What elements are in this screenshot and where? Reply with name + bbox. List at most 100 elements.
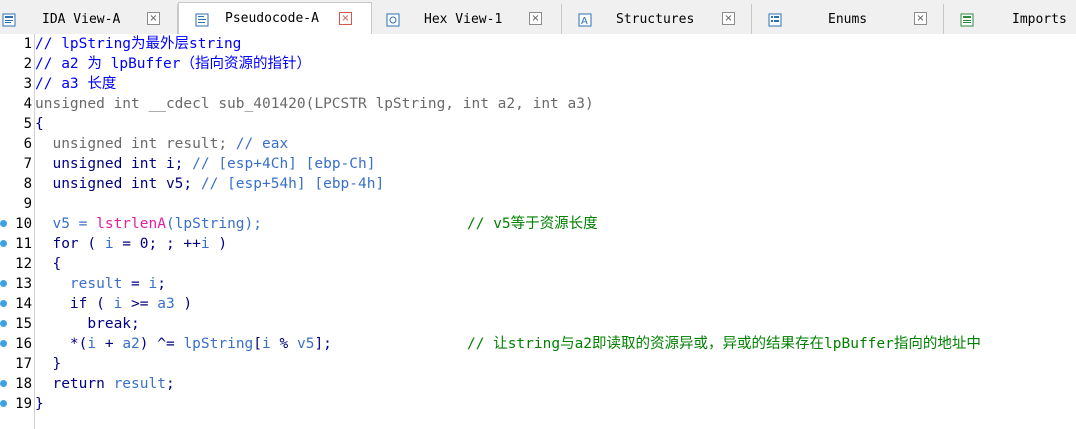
declaration: unsigned int v5; bbox=[35, 176, 201, 192]
code-token: i bbox=[262, 336, 271, 352]
code-token: v5 bbox=[296, 336, 315, 352]
code-text: } bbox=[35, 356, 62, 372]
code-token: a2 bbox=[122, 336, 140, 352]
line-number: 11 bbox=[15, 236, 32, 252]
tab-ida-view-a[interactable]: IDA View-A × bbox=[0, 4, 178, 34]
code-line: 8 unsigned int v5; // [esp+54h] [ebp-4h] bbox=[0, 174, 1076, 194]
function-signature: unsigned int __cdecl sub_401420(LPCSTR l… bbox=[35, 96, 594, 112]
line-number: 5 bbox=[23, 116, 32, 132]
code-token: a3 bbox=[157, 296, 175, 312]
pseudocode-icon bbox=[195, 12, 209, 26]
code-text: if ( i >= a3 ) bbox=[35, 294, 192, 314]
code-token: i bbox=[200, 236, 210, 252]
code-token: % bbox=[270, 336, 297, 352]
code-text: result = i; bbox=[35, 274, 166, 294]
code-text: break; bbox=[35, 316, 140, 332]
close-icon[interactable]: × bbox=[339, 12, 352, 25]
code-text: { bbox=[35, 116, 44, 132]
code-text: unsigned int v5; // [esp+54h] [ebp-4h] bbox=[35, 174, 384, 194]
code-comment: // a2 为 lpBuffer（指向资源的指针） bbox=[35, 56, 311, 72]
code-token: lpString bbox=[174, 216, 245, 232]
function-call[interactable]: lstrlenA bbox=[96, 216, 166, 232]
line-number: 3 bbox=[23, 76, 32, 92]
code-text: { bbox=[35, 256, 62, 272]
code-token: ; bbox=[157, 276, 166, 292]
code-token: ; bbox=[165, 376, 175, 392]
code-token: ) bbox=[174, 296, 193, 312]
tab-label: Imports bbox=[1012, 11, 1067, 27]
line-number: 8 bbox=[23, 176, 32, 192]
code-token: if ( bbox=[35, 296, 114, 312]
code-line: 18 return result; bbox=[0, 374, 1076, 394]
line-number: 4 bbox=[23, 96, 32, 112]
code-token: result bbox=[113, 376, 166, 392]
line-number: 14 bbox=[15, 296, 32, 312]
code-text: unsigned int result; // eax bbox=[35, 134, 288, 154]
code-token: return bbox=[35, 376, 114, 392]
code-line: 2 // a2 为 lpBuffer（指向资源的指针） bbox=[0, 54, 1076, 74]
tab-label: IDA View-A bbox=[42, 11, 121, 27]
code-token: lpString bbox=[183, 336, 254, 352]
tab-hex-view-1[interactable]: Hex View-1 × bbox=[372, 4, 562, 34]
line-number: 10 bbox=[15, 216, 32, 232]
tab-bar: IDA View-A × Pseudocode-A × Hex View-1 ×… bbox=[0, 0, 1076, 34]
code-line: 6 unsigned int result; // eax bbox=[0, 134, 1076, 154]
code-token: ) bbox=[209, 236, 228, 252]
line-number: 16 bbox=[15, 336, 32, 352]
tab-label: Structures bbox=[616, 11, 695, 27]
code-token: = bbox=[122, 276, 149, 292]
code-token: ); bbox=[244, 216, 262, 232]
line-number: 13 bbox=[15, 276, 32, 292]
tab-structures[interactable]: A Structures × bbox=[562, 4, 752, 34]
code-line: 10 v5 = lstrlenA(lpString); // v5等于资源长度 bbox=[0, 214, 1076, 234]
stack-comment: // [esp+54h] [ebp-4h] bbox=[200, 176, 385, 192]
code-line: 1 // lpString为最外层string bbox=[0, 34, 1076, 54]
code-text: for ( i = 0; ; ++i ) bbox=[35, 234, 227, 254]
code-line: 9 bbox=[0, 194, 1076, 214]
tab-label: Pseudocode-A bbox=[225, 11, 319, 26]
pseudocode-editor[interactable]: 1 // lpString为最外层string 2 // a2 为 lpBuff… bbox=[0, 34, 1076, 429]
svg-text:A: A bbox=[581, 16, 588, 27]
code-line: 11 for ( i = 0; ; ++i ) bbox=[0, 234, 1076, 254]
code-token: ) ^= bbox=[139, 336, 184, 352]
code-line: 4 unsigned int __cdecl sub_401420(LPCSTR… bbox=[0, 94, 1076, 114]
code-line: 16 *(i + a2) ^= lpString[i % v5]; // 让st… bbox=[0, 334, 1076, 354]
code-comment: // v5等于资源长度 bbox=[467, 216, 598, 232]
declaration: unsigned int i; bbox=[35, 156, 193, 172]
structures-icon: A bbox=[578, 12, 592, 27]
code-text: *(i + a2) ^= lpString[i % v5]; bbox=[35, 334, 332, 354]
close-icon[interactable]: × bbox=[914, 12, 927, 25]
code-token: result bbox=[69, 276, 123, 292]
line-number: 19 bbox=[15, 396, 32, 412]
imports-icon bbox=[960, 12, 974, 27]
code-token: [ bbox=[253, 336, 263, 352]
code-token: i bbox=[148, 276, 158, 292]
line-number: 7 bbox=[23, 156, 32, 172]
tab-enums[interactable]: Enums × bbox=[752, 4, 944, 34]
code-line: 19 } bbox=[0, 394, 1076, 414]
tab-imports[interactable]: Imports bbox=[944, 4, 1076, 34]
code-token: ( bbox=[165, 216, 175, 232]
code-token: v5 = bbox=[35, 216, 97, 232]
code-text: v5 = lstrlenA(lpString); bbox=[35, 214, 262, 234]
code-comment: // lpString为最外层string bbox=[35, 36, 242, 52]
code-token: *( bbox=[35, 336, 88, 352]
tab-label: Enums bbox=[828, 11, 868, 27]
code-text: unsigned int i; // [esp+4Ch] [ebp-Ch] bbox=[35, 154, 375, 174]
code-token: i bbox=[113, 296, 123, 312]
close-icon[interactable]: × bbox=[722, 12, 735, 25]
code-text: } bbox=[35, 396, 44, 412]
code-token: ]; bbox=[314, 336, 332, 352]
tab-pseudocode-a[interactable]: Pseudocode-A × bbox=[178, 2, 372, 34]
code-comment: // 让string与a2即读取的资源异或，异或的结果存在lpBuffer指向的… bbox=[467, 336, 981, 352]
close-icon[interactable]: × bbox=[147, 12, 160, 25]
register-comment: // eax bbox=[235, 136, 289, 152]
close-icon[interactable]: × bbox=[529, 12, 542, 25]
code-line: 14 if ( i >= a3 ) bbox=[0, 294, 1076, 314]
code-line: 17 } bbox=[0, 354, 1076, 374]
enums-icon bbox=[768, 12, 782, 27]
line-number: 9 bbox=[23, 196, 32, 212]
line-number: 12 bbox=[15, 256, 32, 272]
code-token: + bbox=[96, 336, 123, 352]
